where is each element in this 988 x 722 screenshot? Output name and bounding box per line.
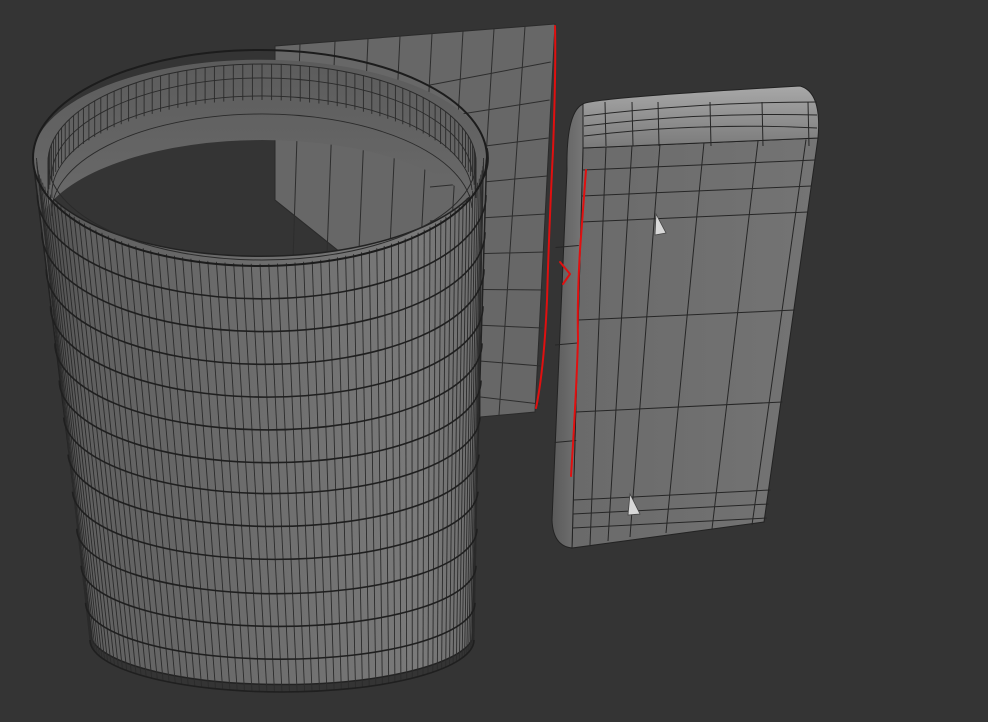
slab-mesh[interactable] [551, 85, 820, 549]
3d-viewport[interactable] [0, 0, 988, 722]
cylinder-mesh[interactable] [32, 49, 489, 693]
viewport-canvas[interactable] [0, 0, 988, 722]
